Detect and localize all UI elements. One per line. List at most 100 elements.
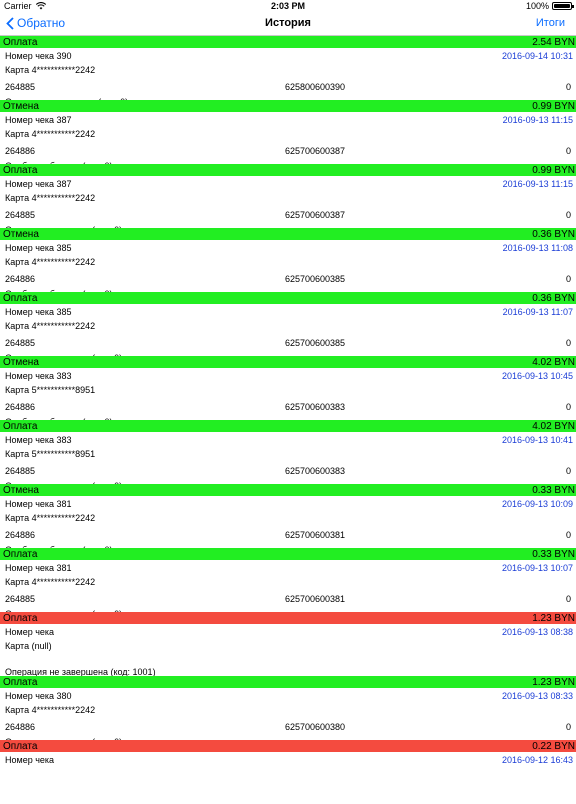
status-time: 2:03 PM xyxy=(270,1,305,11)
card-number: Карта 5***********8951 xyxy=(5,385,96,395)
transaction-row[interactable]: Оплата 1.23 BYN Номер чека 380 2016-09-13 0… xyxy=(0,676,576,747)
transaction-header: Оплата 0.99 BYN xyxy=(0,164,576,176)
operation-amount: 2.54 BYN xyxy=(532,37,575,48)
operation-amount: 0.33 BYN xyxy=(532,549,575,560)
operation-amount: 4.02 BYN xyxy=(532,421,575,432)
operation-type: Оплата xyxy=(3,613,38,624)
reference-number: 625700600387 xyxy=(285,210,346,220)
operation-date: 2016-09-13 10:45 xyxy=(501,371,573,381)
operation-amount: 0.36 BYN xyxy=(532,229,575,240)
operation-type: Отмена xyxy=(3,101,39,112)
check-number: Номер чека 380 xyxy=(5,691,72,701)
operation-date: 2016-09-13 11:07 xyxy=(502,307,573,317)
battery-area: 100% xyxy=(525,1,574,11)
transaction-row[interactable]: Оплата 4.02 BYN Номер чека 383 2016-09-13 1… xyxy=(0,420,576,491)
card-number: Карта 4***********2242 xyxy=(5,321,96,331)
reference-number: 625700600380 xyxy=(285,722,346,732)
operation-date: 2016-09-13 10:41 xyxy=(501,435,573,445)
operation-type: Оплата xyxy=(3,741,38,752)
transaction-row[interactable]: Оплата 0.22 BYN Номер чека 2016-09-12 16:43 xyxy=(0,740,576,804)
auth-code: 264886 xyxy=(5,274,36,284)
check-number: Номер чека xyxy=(5,755,55,765)
operation-amount: 4.02 BYN xyxy=(532,357,575,368)
response-code: 0 xyxy=(565,210,571,220)
transaction-header: Отмена 0.99 BYN xyxy=(0,100,576,112)
response-code: 0 xyxy=(565,466,571,476)
response-code: 0 xyxy=(565,722,571,732)
operation-amount: 1.23 BYN xyxy=(532,677,575,688)
auth-code: 264885 xyxy=(5,594,36,604)
reference-number: 625700600385 xyxy=(285,274,346,284)
reference-number: 625700600383 xyxy=(285,466,346,476)
operation-date: 2016-09-13 08:33 xyxy=(501,691,573,701)
totals-button[interactable]: Итоги xyxy=(536,17,565,29)
transaction-row[interactable]: Оплата 0.33 BYN Номер чека 381 2016-09-13 1… xyxy=(0,548,576,619)
transaction-row[interactable]: Оплата 1.23 BYN Номер чека 2016-09-13 08:38… xyxy=(0,612,576,677)
check-number: Номер чека 381 xyxy=(5,563,72,573)
status-bar: Carrier 2:03 PM 100% xyxy=(0,0,576,13)
battery-percent: 100% xyxy=(525,1,549,11)
transaction-row[interactable]: Отмена 4.02 BYN Номер чека 383 2016-09-13 1… xyxy=(0,356,576,427)
operation-date: 2016-09-13 11:15 xyxy=(502,115,573,125)
operation-type: Оплата xyxy=(3,677,38,688)
check-number: Номер чека 385 xyxy=(5,243,72,253)
auth-code: 264885 xyxy=(5,338,36,348)
check-number: Номер чека 385 xyxy=(5,307,72,317)
operation-amount: 0.22 BYN xyxy=(532,741,575,752)
operation-date: 2016-09-13 11:15 xyxy=(502,179,573,189)
check-number: Номер чека 383 xyxy=(5,371,72,381)
operation-date: 2016-09-13 10:09 xyxy=(501,499,573,509)
reference-number: 625700600387 xyxy=(285,146,346,156)
card-number: Карта 5***********8951 xyxy=(5,449,96,459)
transaction-row[interactable]: Отмена 0.99 BYN Номер чека 387 2016-09-13 1… xyxy=(0,100,576,171)
reference-number: 625700600381 xyxy=(285,594,346,604)
card-number: Карта 4***********2242 xyxy=(5,577,96,587)
transaction-header: Оплата 0.33 BYN xyxy=(0,548,576,560)
auth-code: 264886 xyxy=(5,722,36,732)
transaction-row[interactable]: Оплата 0.99 BYN Номер чека 387 2016-09-13 1… xyxy=(0,164,576,235)
history-list[interactable]: Оплата 2.54 BYN Номер чека 390 2016-09-14 1… xyxy=(0,36,576,804)
operation-amount: 0.36 BYN xyxy=(532,293,575,304)
operation-type: Отмена xyxy=(3,357,39,368)
transaction-header: Отмена 4.02 BYN xyxy=(0,356,576,368)
operation-type: Оплата xyxy=(3,165,38,176)
reference-number: 625700600385 xyxy=(285,338,346,348)
transaction-header: Оплата 1.23 BYN xyxy=(0,612,576,624)
operation-amount: 0.33 BYN xyxy=(532,485,575,496)
operation-type: Отмена xyxy=(3,229,39,240)
reference-number: 625700600383 xyxy=(285,402,346,412)
operation-date: 2016-09-14 10:31 xyxy=(501,51,573,61)
response-code: 0 xyxy=(565,594,571,604)
auth-code: 264886 xyxy=(5,530,36,540)
response-code: 0 xyxy=(565,146,571,156)
operation-type: Оплата xyxy=(3,549,38,560)
response-code: 0 xyxy=(565,82,571,92)
card-number: Карта 4***********2242 xyxy=(5,513,96,523)
transaction-header: Оплата 1.23 BYN xyxy=(0,676,576,688)
transaction-row[interactable]: Оплата 0.36 BYN Номер чека 385 2016-09-13 1… xyxy=(0,292,576,363)
transaction-header: Оплата 0.22 BYN xyxy=(0,740,576,752)
auth-code: 264885 xyxy=(5,466,36,476)
transaction-header: Отмена 0.36 BYN xyxy=(0,228,576,240)
operation-date: 2016-09-12 16:43 xyxy=(501,755,573,765)
transaction-row[interactable]: Оплата 2.54 BYN Номер чека 390 2016-09-14 1… xyxy=(0,36,576,107)
card-number: Карта 4***********2242 xyxy=(5,705,96,715)
transaction-header: Оплата 4.02 BYN xyxy=(0,420,576,432)
transaction-row[interactable]: Отмена 0.33 BYN Номер чека 381 2016-09-13 1… xyxy=(0,484,576,555)
card-number: Карта 4***********2242 xyxy=(5,65,96,75)
card-number: Карта 4***********2242 xyxy=(5,257,96,267)
response-code: 0 xyxy=(565,338,571,348)
check-number: Номер чека 381 xyxy=(5,499,72,509)
auth-code: 264886 xyxy=(5,146,36,156)
check-number: Номер чека xyxy=(5,627,55,637)
response-code: 0 xyxy=(565,530,571,540)
operation-type: Оплата xyxy=(3,293,38,304)
card-number: Карта 4***********2242 xyxy=(5,193,96,203)
card-number: Карта 4***********2242 xyxy=(5,129,96,139)
response-code: 0 xyxy=(565,274,571,284)
transaction-row[interactable]: Отмена 0.36 BYN Номер чека 385 2016-09-13 1… xyxy=(0,228,576,299)
response-code: 0 xyxy=(565,402,571,412)
transaction-header: Отмена 0.33 BYN xyxy=(0,484,576,496)
operation-date: 2016-09-13 08:38 xyxy=(501,627,573,637)
check-number: Номер чека 387 xyxy=(5,115,72,125)
